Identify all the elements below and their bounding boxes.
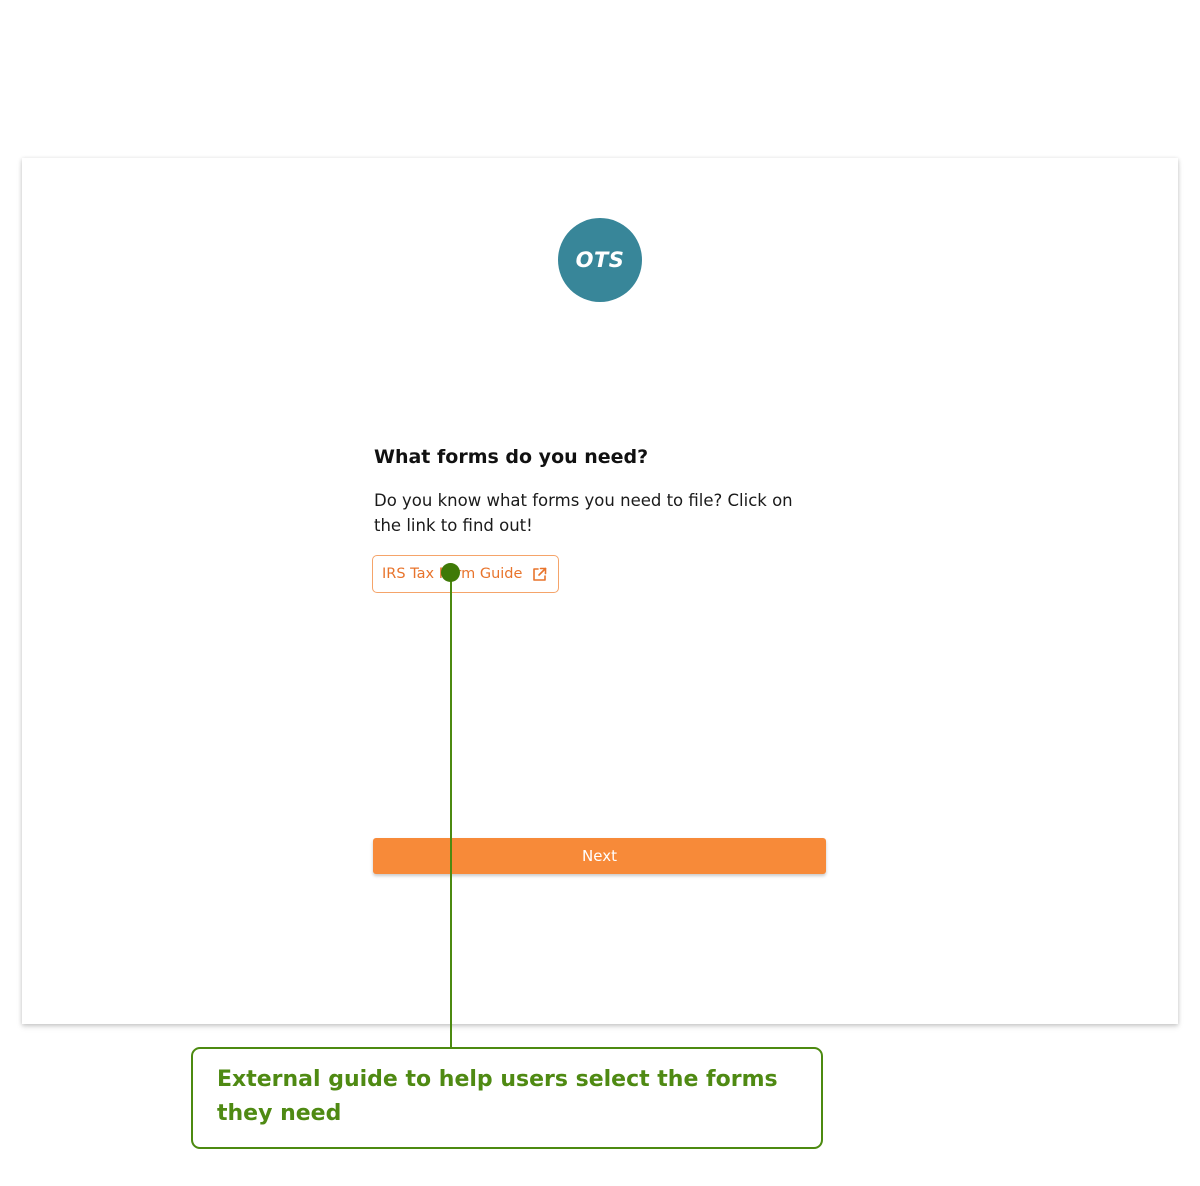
next-button[interactable]: Next [373, 838, 826, 874]
annotation-text: External guide to help users select the … [217, 1067, 778, 1126]
annotation-callout: External guide to help users select the … [191, 1047, 823, 1149]
stage: OTS What forms do you need? Do you know … [0, 0, 1200, 1186]
page-description: Do you know what forms you need to file?… [374, 491, 793, 535]
annotation-connector-line [450, 573, 452, 1048]
annotation-marker-dot [441, 563, 460, 582]
external-link-icon [532, 567, 547, 582]
ots-logo: OTS [558, 218, 642, 302]
page-title: What forms do you need? [374, 446, 649, 468]
logo-text: OTS [575, 248, 625, 272]
irs-tax-form-guide-link[interactable]: IRS Tax Form Guide [372, 555, 559, 593]
